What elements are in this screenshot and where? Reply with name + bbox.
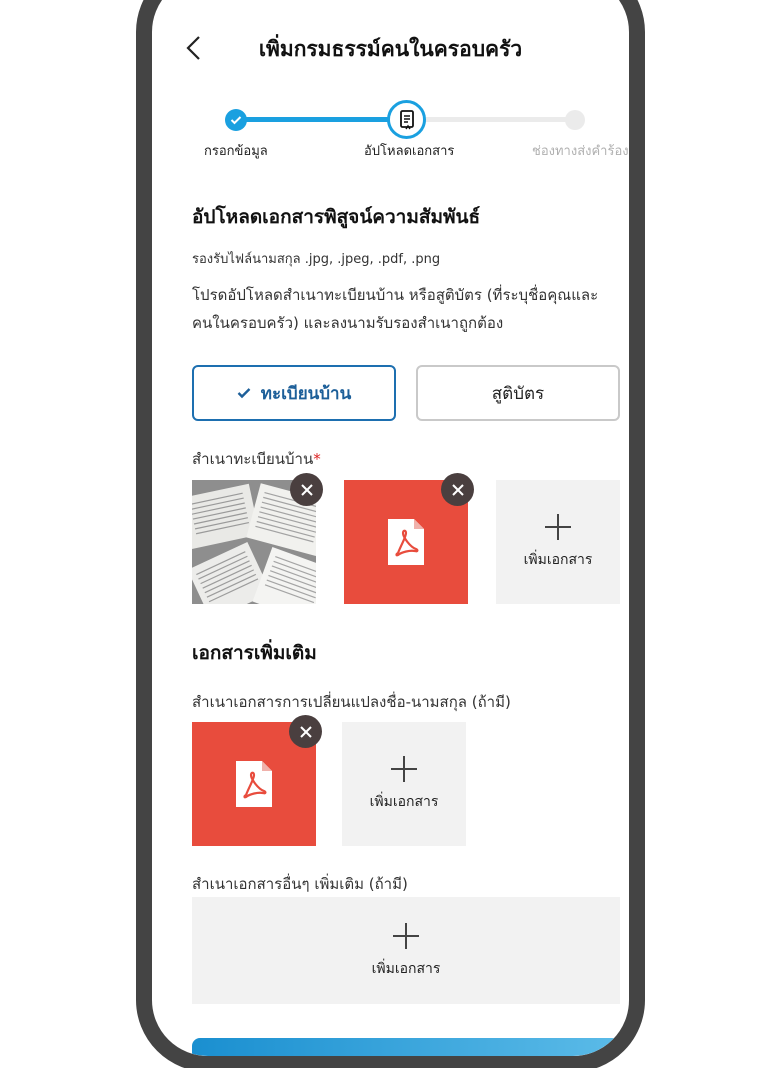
add-house-reg-document-button[interactable]: เพิ่มเอกสาร	[496, 480, 620, 604]
doc-type-birth-certificate-button[interactable]: สูติบัตร	[416, 365, 620, 421]
additional-section-title: เอกสารเพิ่มเติม	[192, 642, 317, 664]
remove-house-reg-photo-button[interactable]	[290, 473, 323, 506]
upload-description: โปรดอัปโหลดสำเนาทะเบียนบ้าน หรือสูติบัตร…	[192, 286, 599, 332]
step-3-dot	[565, 110, 585, 130]
plus-icon	[391, 756, 417, 782]
upload-section-title: อัปโหลดเอกสารพิสูจน์ความสัมพันธ์	[192, 206, 481, 228]
pdf-file-icon	[236, 761, 272, 807]
doc-type-birth-certificate-label: สูติบัตร	[491, 383, 545, 404]
remove-name-change-pdf-button[interactable]	[289, 715, 322, 748]
page-title: เพิ่มกรมธรรม์คนในครอบครัว	[258, 37, 523, 61]
screen: เพิ่มกรมธรรม์คนในครอบครัว กรอกข้อมูล อัป…	[152, 0, 629, 1056]
other-documents-label: สำเนาเอกสารอื่นๆ เพิ่มเติม (ถ้ามี)	[192, 875, 408, 893]
step-1-label: กรอกข้อมูล	[204, 144, 268, 159]
next-button[interactable]: ถัดไป	[192, 1038, 620, 1056]
step-2-label: อัปโหลดเอกสาร	[364, 144, 455, 159]
phone-frame: เพิ่มกรมธรรม์คนในครอบครัว กรอกข้อมูล อัป…	[136, 0, 645, 1068]
supported-formats: รองรับไฟล์นามสกุล .jpg, .jpeg, .pdf, .pn…	[192, 252, 441, 267]
step-1-done-check-icon	[225, 109, 247, 131]
name-change-label: สำเนาเอกสารการเปลี่ยนแปลงชื่อ-นามสกุล (ถ…	[192, 693, 511, 711]
next-button-label: ถัดไป	[382, 1052, 430, 1056]
pdf-file-icon	[388, 519, 424, 565]
remove-house-reg-pdf-button[interactable]	[441, 473, 474, 506]
add-document-label: เพิ่มเอกสาร	[523, 552, 593, 568]
step-progress-line	[236, 117, 406, 122]
doc-type-house-registration-button[interactable]: ทะเบียนบ้าน	[192, 365, 396, 421]
close-icon	[451, 483, 464, 496]
doc-type-house-registration-label: ทะเบียนบ้าน	[260, 383, 352, 404]
step-3-label: ช่องทางส่งคำร้อง	[532, 144, 629, 159]
add-document-label: เพิ่มเอกสาร	[369, 794, 439, 810]
plus-icon	[545, 514, 571, 540]
close-icon	[300, 483, 313, 496]
check-icon	[237, 387, 251, 399]
stepper: กรอกข้อมูล อัปโหลดเอกสาร ช่องทางส่งคำร้อ…	[152, 94, 629, 164]
step-2-document-icon	[387, 100, 426, 139]
house-registration-label: สำเนาทะเบียนบ้าน*	[192, 450, 321, 468]
close-icon	[299, 725, 312, 738]
header: เพิ่มกรมธรรม์คนในครอบครัว	[152, 24, 629, 72]
plus-icon	[393, 922, 419, 949]
add-document-label: เพิ่มเอกสาร	[371, 960, 441, 977]
add-other-document-button[interactable]: เพิ่มเอกสาร	[192, 897, 620, 1004]
add-name-change-document-button[interactable]: เพิ่มเอกสาร	[342, 722, 466, 846]
step-remaining-line	[406, 117, 576, 122]
